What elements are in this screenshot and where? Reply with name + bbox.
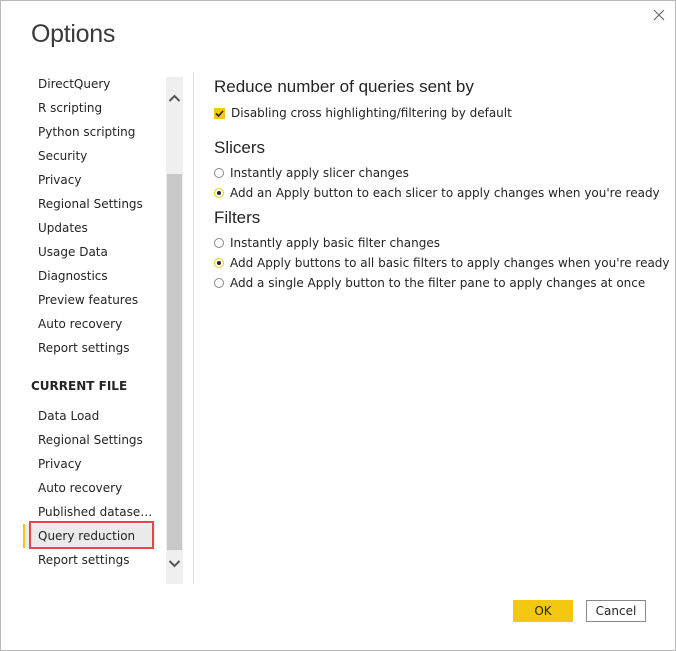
chevron-down-icon bbox=[166, 557, 183, 576]
reduce-queries-heading: Reduce number of queries sent by bbox=[214, 77, 474, 96]
close-button[interactable] bbox=[649, 5, 669, 25]
radio-label: Add Apply buttons to all basic filters t… bbox=[230, 256, 670, 270]
radio-unselected-icon bbox=[214, 168, 224, 178]
radio-label: Instantly apply basic filter changes bbox=[230, 236, 440, 250]
nav-item-diagnostics[interactable]: Diagnostics bbox=[23, 264, 155, 288]
slicer-option-instant[interactable]: Instantly apply slicer changes bbox=[214, 165, 409, 181]
checkbox-label: Disabling cross highlighting/filtering b… bbox=[231, 106, 512, 120]
filter-option-single-apply-button[interactable]: Add a single Apply button to the filter … bbox=[214, 275, 645, 291]
nav-divider bbox=[193, 72, 194, 584]
cancel-button[interactable]: Cancel bbox=[586, 600, 646, 622]
radio-label: Add a single Apply button to the filter … bbox=[230, 276, 646, 290]
close-icon bbox=[649, 5, 669, 25]
nav-item-auto-recovery[interactable]: Auto recovery bbox=[23, 312, 155, 336]
nav-item-python-scripting[interactable]: Python scripting bbox=[23, 120, 155, 144]
scroll-thumb[interactable] bbox=[167, 174, 182, 550]
ok-button[interactable]: OK bbox=[513, 600, 573, 622]
nav-item-directquery[interactable]: DirectQuery bbox=[23, 72, 155, 96]
scroll-up-button[interactable] bbox=[166, 90, 183, 107]
nav-item-cf-published-dataset-settings[interactable]: Published dataset set... bbox=[23, 500, 155, 524]
radio-label: Add an Apply button to each slicer to ap… bbox=[230, 186, 660, 200]
scroll-down-button[interactable] bbox=[166, 555, 183, 572]
nav-item-r-scripting[interactable]: R scripting bbox=[23, 96, 155, 120]
nav-item-updates[interactable]: Updates bbox=[23, 216, 155, 240]
current-file-header: CURRENT FILE bbox=[31, 379, 128, 393]
nav-item-report-settings[interactable]: Report settings bbox=[23, 336, 155, 360]
filter-option-instant[interactable]: Instantly apply basic filter changes bbox=[214, 235, 440, 251]
radio-label: Instantly apply slicer changes bbox=[230, 166, 409, 180]
nav-item-privacy[interactable]: Privacy bbox=[23, 168, 155, 192]
disable-cross-highlighting-checkbox[interactable]: Disabling cross highlighting/filtering b… bbox=[214, 105, 512, 121]
nav-item-security[interactable]: Security bbox=[23, 144, 155, 168]
nav-item-preview-features[interactable]: Preview features bbox=[23, 288, 155, 312]
nav-item-cf-regional-settings[interactable]: Regional Settings bbox=[23, 428, 155, 452]
nav-item-regional-settings[interactable]: Regional Settings bbox=[23, 192, 155, 216]
nav-item-cf-privacy[interactable]: Privacy bbox=[23, 452, 155, 476]
radio-selected-icon bbox=[214, 188, 224, 198]
nav-item-usage-data[interactable]: Usage Data bbox=[23, 240, 155, 264]
nav-item-cf-query-reduction[interactable]: Query reduction bbox=[23, 524, 155, 548]
slicer-option-apply-button[interactable]: Add an Apply button to each slicer to ap… bbox=[214, 185, 660, 201]
chevron-up-icon bbox=[166, 92, 183, 111]
options-nav: DirectQuery R scripting Python scripting… bbox=[23, 72, 155, 584]
filter-option-apply-buttons-all[interactable]: Add Apply buttons to all basic filters t… bbox=[214, 255, 670, 271]
dialog-title: Options bbox=[31, 20, 116, 48]
nav-item-cf-report-settings[interactable]: Report settings bbox=[23, 548, 155, 572]
nav-item-cf-auto-recovery[interactable]: Auto recovery bbox=[23, 476, 155, 500]
nav-scrollbar[interactable] bbox=[166, 77, 183, 584]
radio-unselected-icon bbox=[214, 278, 224, 288]
nav-item-cf-data-load[interactable]: Data Load bbox=[23, 404, 155, 428]
radio-selected-icon bbox=[214, 258, 224, 268]
radio-unselected-icon bbox=[214, 238, 224, 248]
options-dialog: Options DirectQuery R scripting Python s… bbox=[0, 0, 676, 651]
checkbox-checked-icon bbox=[214, 107, 225, 119]
slicers-heading: Slicers bbox=[214, 138, 266, 157]
filters-heading: Filters bbox=[214, 208, 261, 227]
